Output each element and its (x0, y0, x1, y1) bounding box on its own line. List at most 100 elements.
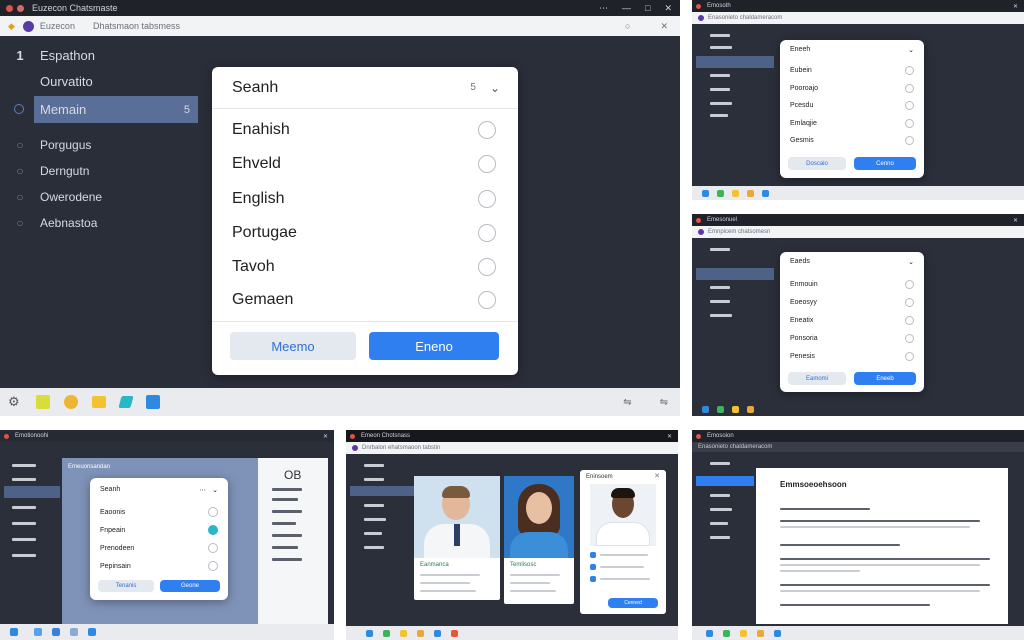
list-item[interactable] (272, 510, 302, 513)
radio-icon[interactable] (478, 190, 496, 208)
browser-icon[interactable] (717, 189, 724, 197)
url-text[interactable]: Emnpicem chatsomesn (708, 229, 770, 235)
sidebar-item-memain[interactable]: Memain 5 (34, 96, 198, 123)
store-icon[interactable] (747, 189, 754, 197)
chat-row[interactable] (590, 552, 656, 560)
sidebar-item[interactable] (364, 518, 386, 521)
cancel-button[interactable]: Tenanis (98, 580, 154, 592)
sidebar-item-active[interactable] (696, 476, 754, 486)
app-icon[interactable] (451, 629, 458, 637)
folder-icon[interactable] (740, 629, 747, 637)
sidebar-item[interactable] (710, 286, 730, 289)
radio-icon[interactable] (905, 65, 914, 75)
sidebar-item[interactable] (710, 34, 730, 37)
chevron-down-icon[interactable]: ⌄ (908, 46, 914, 54)
sidebar-item[interactable] (710, 536, 730, 539)
radio-icon[interactable] (905, 100, 914, 110)
language-option[interactable]: Eaoonis (100, 506, 218, 518)
language-option[interactable]: Pooroajo (790, 82, 914, 94)
radio-icon[interactable] (208, 507, 218, 517)
chat-send-button[interactable]: Cenned (608, 598, 658, 608)
sidebar-item[interactable] (710, 314, 732, 317)
sidebar-item[interactable] (364, 546, 384, 549)
sidebar-item[interactable] (710, 46, 732, 49)
radio-icon[interactable] (478, 121, 496, 139)
chat-row[interactable] (590, 576, 656, 584)
sidebar-item[interactable] (710, 508, 732, 511)
cancel-button[interactable]: Doscaio (788, 157, 846, 170)
tab-close-icon[interactable]: ✕ (660, 21, 668, 32)
settings-icon[interactable]: ⚙ (8, 394, 20, 410)
close-dot-icon[interactable] (696, 3, 701, 9)
folder-icon[interactable] (732, 189, 739, 197)
browser-icon[interactable] (723, 629, 730, 637)
tab-label-2[interactable]: Dhatsmaon tabsmess (93, 21, 180, 31)
notes-icon[interactable] (35, 395, 50, 409)
url-text[interactable]: Enasonieto chaldameracom (698, 444, 772, 450)
language-option[interactable]: Enahish (232, 117, 496, 143)
profile-card[interactable]: Temlisosc (504, 476, 574, 604)
close-dot-icon[interactable] (696, 433, 701, 439)
sidebar-item[interactable] (12, 554, 36, 557)
app-icon[interactable] (366, 629, 373, 637)
radio-icon[interactable] (478, 155, 496, 173)
app-icon[interactable] (145, 395, 160, 409)
radio-icon[interactable] (905, 118, 914, 128)
confirm-button[interactable]: Cenno (854, 157, 916, 170)
language-option[interactable]: Penesis (790, 350, 914, 362)
app-icon[interactable] (88, 628, 96, 636)
chevron-down-icon[interactable]: ⌄ (212, 486, 218, 494)
chevron-down-icon[interactable]: ⌄ (908, 258, 914, 266)
sidebar-item[interactable] (364, 464, 384, 467)
app-icon[interactable] (702, 405, 709, 413)
sidebar-item[interactable] (710, 102, 732, 105)
language-option[interactable]: Ehveld (232, 151, 496, 177)
sidebar-item[interactable] (12, 538, 36, 541)
sidebar-item[interactable] (364, 532, 382, 535)
store-icon[interactable] (757, 629, 764, 637)
confirm-button[interactable]: Eneno (369, 332, 499, 360)
app-icon[interactable] (34, 628, 42, 636)
sidebar-item[interactable] (710, 248, 730, 251)
confirm-button[interactable]: Eneeb (854, 372, 916, 385)
maximize-icon[interactable]: □ (645, 3, 650, 13)
sidebar-item[interactable] (710, 494, 730, 497)
language-option[interactable]: Eubein (790, 64, 914, 76)
sidebar-item[interactable] (710, 300, 730, 303)
language-option[interactable]: Emlaqjie (790, 117, 914, 129)
radio-icon[interactable] (905, 83, 914, 93)
sidebar-item[interactable] (12, 478, 36, 481)
cancel-button[interactable]: Meemo (230, 332, 356, 360)
radio-icon[interactable] (208, 561, 218, 571)
chevron-down-icon[interactable]: ⌄ (490, 81, 500, 95)
sidebar-item-porgugus[interactable]: ○ Porgugus (0, 134, 200, 156)
sidebar-item-owerodene[interactable]: ○ Owerodene (0, 186, 200, 208)
app-icon[interactable] (706, 629, 713, 637)
language-option[interactable]: Prenodeen (100, 542, 218, 554)
radio-icon[interactable] (478, 224, 496, 242)
browser-icon[interactable] (63, 395, 78, 409)
close-dot-icon[interactable] (350, 433, 355, 439)
app-icon[interactable] (762, 189, 769, 197)
folder-icon[interactable] (91, 396, 106, 408)
list-item[interactable] (272, 522, 296, 525)
language-option[interactable]: English (232, 186, 496, 212)
store-icon[interactable] (747, 405, 754, 413)
sidebar-item-ourvatito[interactable]: Ourvatito (0, 70, 200, 92)
sidebar-item-espathon[interactable]: 1 Espathon (0, 44, 200, 66)
sidebar-item-derngutn[interactable]: ○ Derngutn (0, 160, 200, 182)
close-icon[interactable]: ✕ (1013, 217, 1018, 224)
sidebar-item-active[interactable] (350, 486, 414, 496)
list-item[interactable] (272, 498, 298, 501)
language-option[interactable]: Portugae (232, 220, 496, 246)
sidebar-item-active[interactable] (4, 486, 60, 498)
app-icon[interactable] (702, 189, 709, 197)
language-option[interactable]: Gemaen (232, 287, 496, 313)
app-icon[interactable] (70, 628, 78, 636)
dialog-search-row[interactable]: Seanh 5 ⌄ (212, 67, 518, 109)
list-item[interactable] (272, 488, 302, 491)
radio-icon[interactable] (208, 543, 218, 553)
radio-icon[interactable] (905, 297, 914, 307)
start-icon[interactable] (10, 628, 18, 636)
more-icon[interactable]: ⋯ (199, 486, 206, 494)
